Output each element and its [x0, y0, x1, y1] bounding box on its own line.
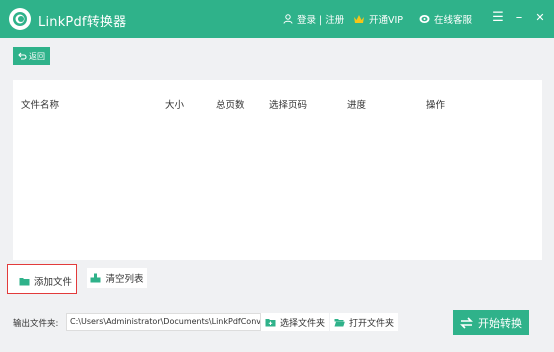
back-button[interactable]: 返回 [13, 47, 50, 65]
vip-link[interactable]: 开通VIP [353, 12, 403, 26]
folder-add-icon [265, 318, 276, 326]
login-register-label: 登录 | 注册 [297, 15, 345, 26]
column-actions: 操作 [426, 100, 446, 111]
close-button[interactable]: ✕ [532, 8, 548, 28]
add-file-button[interactable]: 添加文件 [7, 264, 77, 294]
headset-icon [419, 15, 430, 23]
column-progress: 进度 [347, 100, 367, 111]
back-arrow-icon [18, 52, 27, 60]
online-service-label: 在线客服 [434, 15, 473, 26]
clear-list-button[interactable]: 清空列表 [87, 268, 147, 288]
column-filename: 文件名称 [21, 100, 60, 111]
app-logo-icon [9, 8, 31, 30]
folder-icon [19, 277, 30, 285]
crown-icon [354, 15, 364, 23]
folder-open-icon [334, 318, 345, 326]
column-size: 大小 [165, 100, 185, 111]
login-register-link[interactable]: 登录 | 注册 [283, 12, 344, 26]
title-bar: LinkPdf转换器 登录 | 注册 开通VIP 在线客服 ☰ – ✕ [0, 0, 554, 38]
app-title: LinkPdf转换器 [38, 15, 127, 30]
user-icon [283, 14, 293, 24]
column-page-select: 选择页码 [269, 100, 308, 111]
select-folder-label: 选择文件夹 [280, 318, 326, 329]
clear-icon [90, 273, 101, 283]
add-file-label: 添加文件 [34, 277, 73, 288]
online-service-link[interactable]: 在线客服 [419, 12, 472, 26]
column-total-pages: 总页数 [216, 100, 245, 111]
output-path-field[interactable]: C:\Users\Administrator\Documents\LinkPdf… [66, 313, 261, 331]
minimize-button[interactable]: – [511, 8, 527, 28]
clear-list-label: 清空列表 [105, 274, 144, 285]
start-convert-label: 开始转换 [478, 316, 522, 330]
open-folder-button[interactable]: 打开文件夹 [330, 313, 399, 331]
file-list-panel: 文件名称 大小 总页数 选择页码 进度 操作 [13, 80, 542, 260]
convert-arrows-icon [460, 316, 473, 329]
vip-label: 开通VIP [369, 15, 404, 26]
select-folder-button[interactable]: 选择文件夹 [261, 313, 330, 331]
back-label: 返回 [29, 51, 45, 61]
output-folder-label: 输出文件夹: [13, 319, 59, 329]
open-folder-label: 打开文件夹 [349, 318, 395, 329]
start-convert-button[interactable]: 开始转换 [453, 310, 529, 335]
menu-button[interactable]: ☰ [490, 8, 506, 28]
